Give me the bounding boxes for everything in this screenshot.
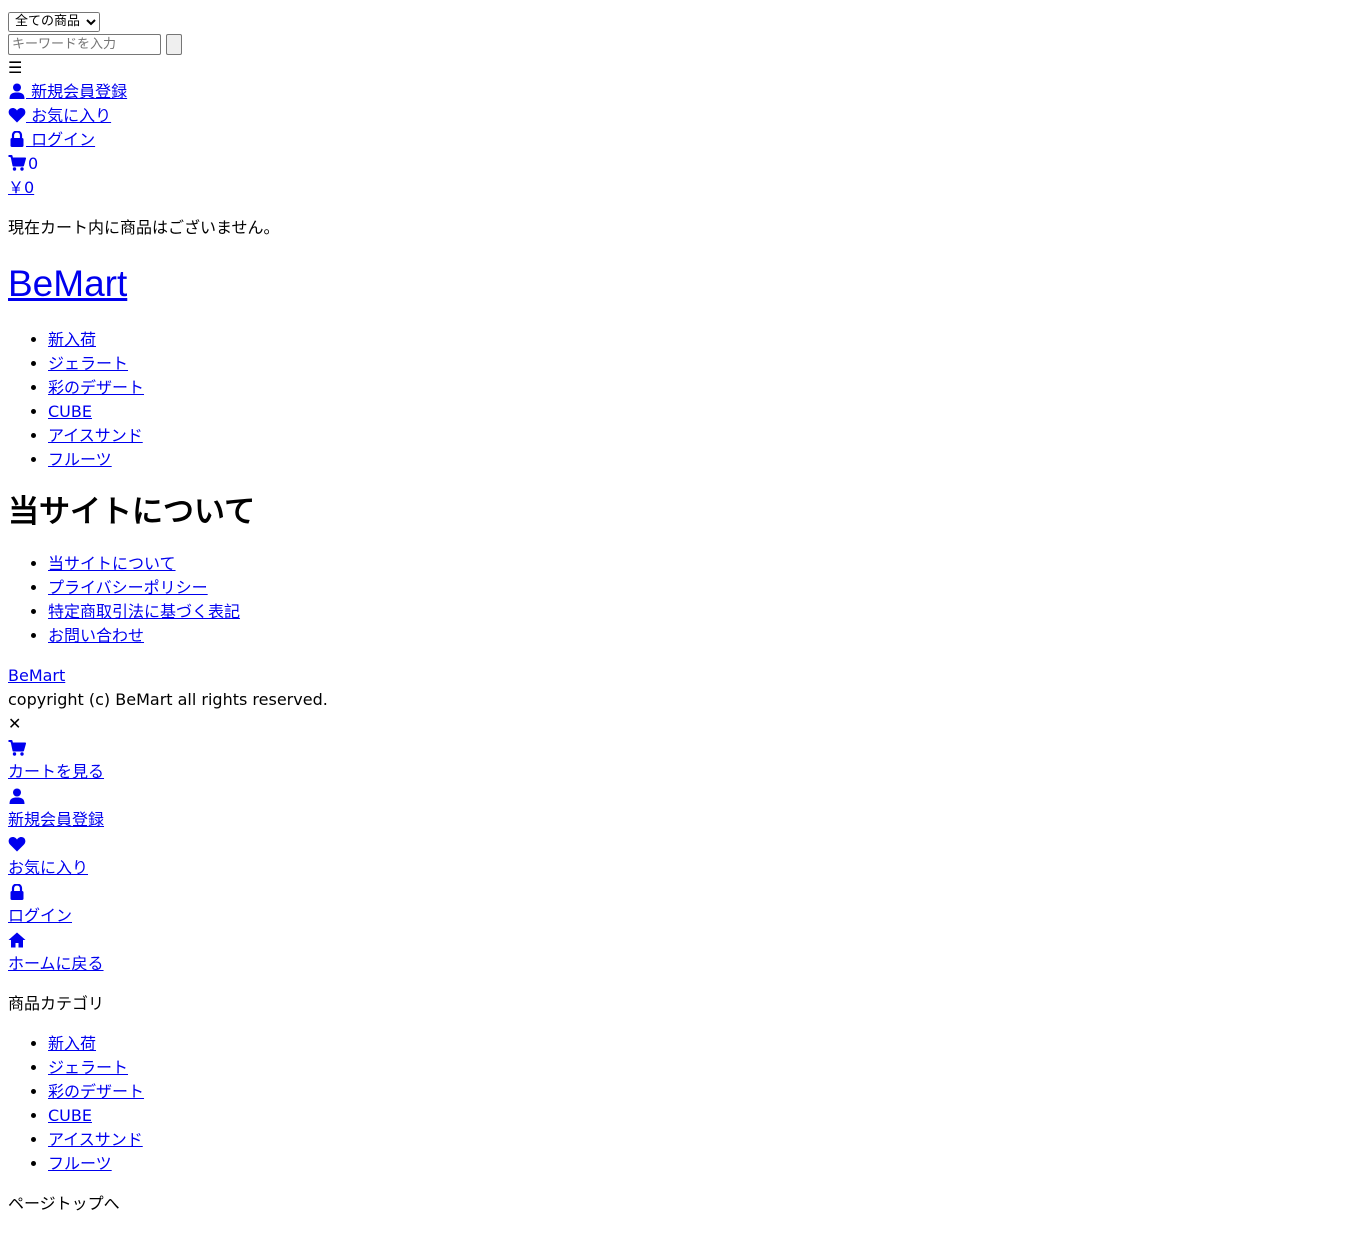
- about-item: お問い合わせ: [48, 624, 1357, 648]
- drawer-home-link[interactable]: ホームに戻る: [8, 954, 104, 973]
- drawer-view-cart-row: カートを見る: [8, 760, 1357, 784]
- header-cart-row: 0: [8, 152, 1357, 176]
- footer-brand-link[interactable]: BeMart: [8, 666, 65, 685]
- category-link[interactable]: アイスサンド: [48, 426, 143, 445]
- contact-link[interactable]: お問い合わせ: [48, 626, 144, 645]
- drawer-home-icon: [8, 928, 1357, 952]
- page-top-link[interactable]: ページトップへ: [8, 1192, 1357, 1216]
- category-link[interactable]: ジェラート: [48, 354, 128, 373]
- drawer-cart-icon: [8, 736, 1357, 760]
- category-item: アイスサンド: [48, 424, 1357, 448]
- about-links: 当サイトについて プライバシーポリシー 特定商取引法に基づく表記 お問い合わせ: [8, 552, 1357, 648]
- drawer-register-link[interactable]: 新規会員登録: [8, 810, 104, 829]
- drawer-category-link[interactable]: アイスサンド: [48, 1130, 143, 1149]
- footer-brand-row: BeMart: [8, 664, 1357, 688]
- header-favorites-label: お気に入り: [26, 106, 112, 125]
- header-register-row: 新規会員登録: [8, 80, 1357, 104]
- page: 全ての商品 ☰ 新規会員登録 お気に入り ログイン: [0, 0, 1365, 1224]
- drawer-category-item: ジェラート: [48, 1056, 1357, 1080]
- about-item: 当サイトについて: [48, 552, 1357, 576]
- header-login-row: ログイン: [8, 128, 1357, 152]
- site-title: BeMart: [8, 262, 1357, 306]
- category-link[interactable]: 彩のデザート: [48, 378, 144, 397]
- commerce-law-link[interactable]: 特定商取引法に基づく表記: [48, 602, 240, 621]
- menu-icon: ☰: [8, 58, 23, 77]
- drawer-category-heading: 商品カテゴリ: [8, 994, 105, 1013]
- drawer-lock-icon: [8, 880, 1357, 904]
- drawer-register-row: 新規会員登録: [8, 808, 1357, 832]
- category-link[interactable]: フルーツ: [48, 450, 112, 469]
- cart-icon: [8, 155, 26, 171]
- category-select-row: 全ての商品: [8, 8, 1357, 32]
- drawer-home-row: ホームに戻る: [8, 952, 1357, 976]
- menu-toggle[interactable]: ☰: [8, 56, 1357, 80]
- header-cart-link[interactable]: 0: [8, 154, 38, 173]
- search-button[interactable]: [166, 33, 182, 55]
- user-icon: [8, 83, 26, 99]
- privacy-policy-link[interactable]: プライバシーポリシー: [48, 578, 208, 597]
- category-item: フルーツ: [48, 448, 1357, 472]
- drawer-category-item: CUBE: [48, 1104, 1357, 1128]
- header-favorites-link[interactable]: お気に入り: [8, 106, 111, 125]
- header-login-link[interactable]: ログイン: [8, 130, 95, 149]
- drawer-favorites-link[interactable]: お気に入り: [8, 858, 88, 877]
- cart-count: 0: [28, 154, 39, 173]
- drawer-heart-icon: [8, 832, 1357, 856]
- drawer-category-list: 新入荷 ジェラート 彩のデザート CUBE アイスサンド フルーツ: [8, 1032, 1357, 1176]
- search-row: [8, 32, 1357, 56]
- drawer-category-link[interactable]: CUBE: [48, 1106, 92, 1125]
- drawer-user-icon: [8, 784, 1357, 808]
- drawer-login-link[interactable]: ログイン: [8, 906, 72, 925]
- drawer-view-cart-link[interactable]: カートを見る: [8, 762, 104, 781]
- category-nav: 新入荷 ジェラート 彩のデザート CUBE アイスサンド フルーツ: [8, 328, 1357, 472]
- category-link[interactable]: CUBE: [48, 402, 92, 421]
- drawer-category-link[interactable]: 新入荷: [48, 1034, 96, 1053]
- header-login-label: ログイン: [26, 130, 96, 149]
- search-input[interactable]: [8, 33, 161, 55]
- heart-icon: [8, 107, 26, 123]
- category-item: CUBE: [48, 400, 1357, 424]
- drawer-category-link[interactable]: フルーツ: [48, 1154, 112, 1173]
- drawer-favorites-row: お気に入り: [8, 856, 1357, 880]
- footer-copyright: copyright (c) BeMart all rights reserved…: [8, 690, 328, 709]
- category-item: 彩のデザート: [48, 376, 1357, 400]
- category-link[interactable]: 新入荷: [48, 330, 96, 349]
- cart-total-link[interactable]: ￥0: [8, 178, 34, 197]
- about-item: プライバシーポリシー: [48, 576, 1357, 600]
- header-register-link[interactable]: 新規会員登録: [8, 82, 127, 101]
- header-register-label: 新規会員登録: [26, 82, 128, 101]
- drawer-category-item: 新入荷: [48, 1032, 1357, 1056]
- header-favorites-row: お気に入り: [8, 104, 1357, 128]
- about-link[interactable]: 当サイトについて: [48, 554, 176, 573]
- about-heading: 当サイトについて: [8, 494, 256, 530]
- close-icon: ✕: [8, 714, 22, 733]
- drawer-login-row: ログイン: [8, 904, 1357, 928]
- drawer-category-link[interactable]: ジェラート: [48, 1058, 128, 1077]
- cart-empty-message: 現在カート内に商品はございません。: [8, 218, 280, 237]
- lock-icon: [8, 131, 26, 147]
- category-item: 新入荷: [48, 328, 1357, 352]
- drawer-category-link[interactable]: 彩のデザート: [48, 1082, 144, 1101]
- drawer-category-item: フルーツ: [48, 1152, 1357, 1176]
- drawer-category-item: アイスサンド: [48, 1128, 1357, 1152]
- category-select[interactable]: 全ての商品: [8, 11, 100, 32]
- drawer-category-item: 彩のデザート: [48, 1080, 1357, 1104]
- drawer-close-button[interactable]: ✕: [8, 712, 1357, 736]
- category-item: ジェラート: [48, 352, 1357, 376]
- about-item: 特定商取引法に基づく表記: [48, 600, 1357, 624]
- site-title-link[interactable]: BeMart: [8, 263, 127, 304]
- header-cart-total-row: ￥0: [8, 176, 1357, 200]
